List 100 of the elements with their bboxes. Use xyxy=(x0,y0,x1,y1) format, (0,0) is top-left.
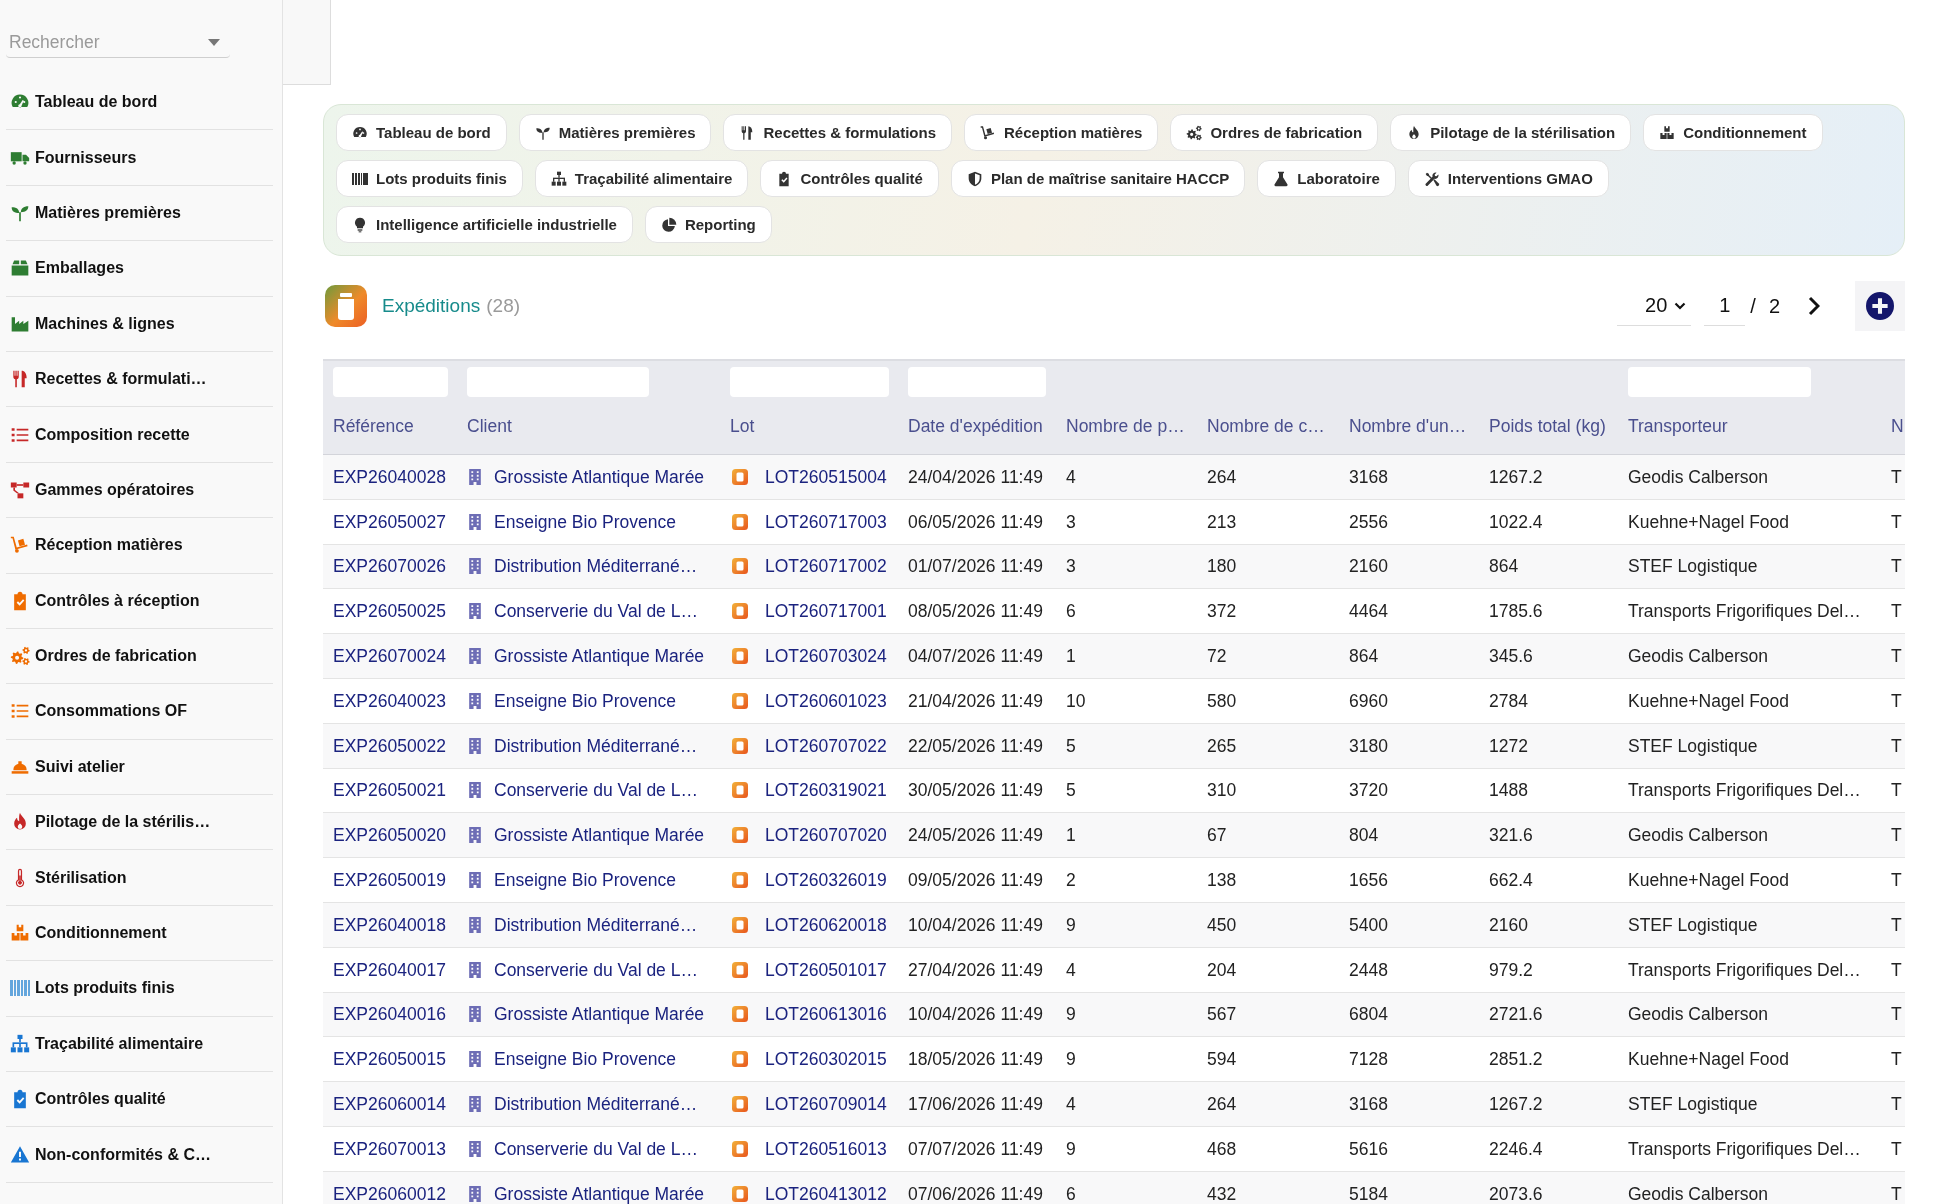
shortcut-button[interactable]: Réception matières xyxy=(964,114,1159,151)
page-size-select[interactable]: 20 xyxy=(1617,286,1692,326)
lot-link[interactable]: LOT260703024 xyxy=(765,646,887,667)
shortcut-button[interactable]: Pilotage de la stérilisation xyxy=(1390,114,1632,151)
lot-link[interactable]: LOT260717001 xyxy=(765,601,887,622)
sidebar-item[interactable]: Lots produits finis xyxy=(6,961,273,1017)
sidebar-item[interactable]: Réception matières xyxy=(6,518,273,574)
value-text: 213 xyxy=(1207,511,1237,532)
sidebar-item[interactable]: Traçabilité alimentaire xyxy=(6,1016,273,1073)
shortcut-button[interactable]: Recettes & formulations xyxy=(723,114,953,151)
value-text: 22/05/2026 11:49 xyxy=(908,735,1043,756)
reference-link[interactable]: EXP26050015 xyxy=(333,1049,446,1070)
sidebar-item[interactable]: Recettes & formulati… xyxy=(6,351,273,408)
lot-link[interactable]: LOT260516013 xyxy=(765,1138,887,1159)
reference-link[interactable]: EXP26050025 xyxy=(333,601,446,622)
client-link[interactable]: Distribution Méditerrané… xyxy=(494,914,698,935)
client-link[interactable]: Enseigne Bio Provence xyxy=(494,511,676,532)
sidebar-item[interactable]: Consommations OF xyxy=(6,684,273,740)
shortcut-button[interactable]: Lots produits finis xyxy=(336,160,523,197)
sidebar-item[interactable]: Fournisseurs xyxy=(6,130,273,186)
client-link[interactable]: Conserverie du Val de L… xyxy=(494,601,698,622)
lot-link[interactable]: LOT260707022 xyxy=(765,735,887,756)
shortcut-button[interactable]: Contrôles qualité xyxy=(760,160,939,197)
reference-link[interactable]: EXP26040028 xyxy=(333,466,446,487)
reference-link[interactable]: EXP26070013 xyxy=(333,1138,446,1159)
lot-link[interactable]: LOT260601023 xyxy=(765,690,887,711)
add-button[interactable] xyxy=(1855,281,1905,331)
lot-link[interactable]: LOT260620018 xyxy=(765,914,887,935)
value-text: 1 xyxy=(1066,646,1076,667)
lot-link[interactable]: LOT260326019 xyxy=(765,870,887,891)
column-header: Client xyxy=(467,416,512,436)
sidebar-item[interactable]: Contrôles qualité xyxy=(6,1072,273,1128)
shortcut-button[interactable]: Ordres de fabrication xyxy=(1170,114,1379,151)
client-link[interactable]: Grossiste Atlantique Marée xyxy=(494,825,705,846)
shortcut-button[interactable]: Reporting xyxy=(644,206,772,243)
reference-link[interactable]: EXP26070026 xyxy=(333,556,446,577)
lot-link[interactable]: LOT260707020 xyxy=(765,825,887,846)
client-link[interactable]: Enseigne Bio Provence xyxy=(494,870,676,891)
reference-link[interactable]: EXP26050020 xyxy=(333,825,446,846)
reference-link[interactable]: EXP26060012 xyxy=(333,1183,446,1204)
client-link[interactable]: Enseigne Bio Provence xyxy=(494,690,676,711)
sidebar-item[interactable]: Matières premières xyxy=(6,185,273,242)
client-link[interactable]: Distribution Méditerrané… xyxy=(494,556,698,577)
reference-link[interactable]: EXP26050027 xyxy=(333,511,446,532)
sidebar-item[interactable]: Suivi atelier xyxy=(6,739,273,796)
client-link[interactable]: Distribution Méditerrané… xyxy=(494,1094,698,1115)
building-icon xyxy=(469,1051,481,1068)
sidebar-item[interactable]: Pilotage de la stérilis… xyxy=(6,795,273,851)
sidebar-item[interactable]: Stérilisation xyxy=(6,850,273,906)
reference-link[interactable]: EXP26050022 xyxy=(333,735,446,756)
reference-link[interactable]: EXP26040017 xyxy=(333,959,446,980)
hierarchy-icon xyxy=(550,170,567,187)
sidebar-item[interactable]: Machines & lignes xyxy=(6,296,273,352)
client-link[interactable]: Grossiste Atlantique Marée xyxy=(494,1004,705,1025)
page-field[interactable]: 1 xyxy=(1704,286,1746,326)
search-field[interactable]: Rechercher xyxy=(6,27,230,58)
sidebar-item[interactable]: Contrôles à réception xyxy=(6,573,273,629)
reference-link[interactable]: EXP26040023 xyxy=(333,690,446,711)
sidebar-item[interactable]: Composition recette xyxy=(6,407,273,463)
value-text: 04/07/2026 11:49 xyxy=(908,646,1043,667)
value-text: 1656 xyxy=(1349,870,1388,891)
sidebar-item[interactable]: Emballages xyxy=(6,241,273,297)
client-link[interactable]: Conserverie du Val de L… xyxy=(494,780,698,801)
sidebar-item[interactable]: Gammes opératoires xyxy=(6,462,273,519)
reference-link[interactable]: EXP26060014 xyxy=(333,1094,446,1115)
client-link[interactable]: Enseigne Bio Provence xyxy=(494,1049,676,1070)
client-link[interactable]: Grossiste Atlantique Marée xyxy=(494,466,705,487)
client-link[interactable]: Grossiste Atlantique Marée xyxy=(494,1183,705,1204)
reference-link[interactable]: EXP26050021 xyxy=(333,780,446,801)
shortcut-button[interactable]: Laboratoire xyxy=(1257,160,1396,197)
shortcut-button[interactable]: Plan de maîtrise sanitaire HACCP xyxy=(950,160,1246,197)
client-link[interactable]: Distribution Méditerrané… xyxy=(494,735,698,756)
lot-link[interactable]: LOT260515004 xyxy=(765,466,887,487)
building-icon xyxy=(469,737,481,754)
lot-link[interactable]: LOT260717003 xyxy=(765,511,887,532)
lot-link[interactable]: LOT260717002 xyxy=(765,556,887,577)
sidebar-item[interactable]: Ordres de fabrication xyxy=(6,628,273,685)
lot-link[interactable]: LOT260709014 xyxy=(765,1094,887,1115)
client-link[interactable]: Grossiste Atlantique Marée xyxy=(494,646,705,667)
client-link[interactable]: Conserverie du Val de L… xyxy=(494,1138,698,1159)
lot-link[interactable]: LOT260613016 xyxy=(765,1004,887,1025)
lot-link[interactable]: LOT260302015 xyxy=(765,1049,887,1070)
sidebar-item[interactable]: Non-conformités & C… xyxy=(6,1127,273,1183)
client-link[interactable]: Conserverie du Val de L… xyxy=(494,959,698,980)
jar-icon xyxy=(732,648,748,665)
shortcut-button[interactable]: Conditionnement xyxy=(1643,114,1823,151)
reference-link[interactable]: EXP26040018 xyxy=(333,914,446,935)
sidebar-item[interactable]: Conditionnement xyxy=(6,905,273,962)
reference-link[interactable]: EXP26040016 xyxy=(333,1004,446,1025)
shortcut-button[interactable]: Tableau de bord xyxy=(336,114,507,151)
reference-link[interactable]: EXP26070024 xyxy=(333,646,446,667)
shortcut-button[interactable]: Traçabilité alimentaire xyxy=(534,160,749,197)
sidebar-item[interactable]: Tableau de bord xyxy=(6,75,273,131)
lot-link[interactable]: LOT260413012 xyxy=(765,1183,887,1204)
lot-link[interactable]: LOT260501017 xyxy=(765,959,887,980)
lot-link[interactable]: LOT260319021 xyxy=(765,780,887,801)
shortcut-button[interactable]: Matières premières xyxy=(518,114,712,151)
shortcut-button[interactable]: Interventions GMAO xyxy=(1407,160,1609,197)
shortcut-button[interactable]: Intelligence artificielle industrielle xyxy=(336,206,633,243)
reference-link[interactable]: EXP26050019 xyxy=(333,870,446,891)
